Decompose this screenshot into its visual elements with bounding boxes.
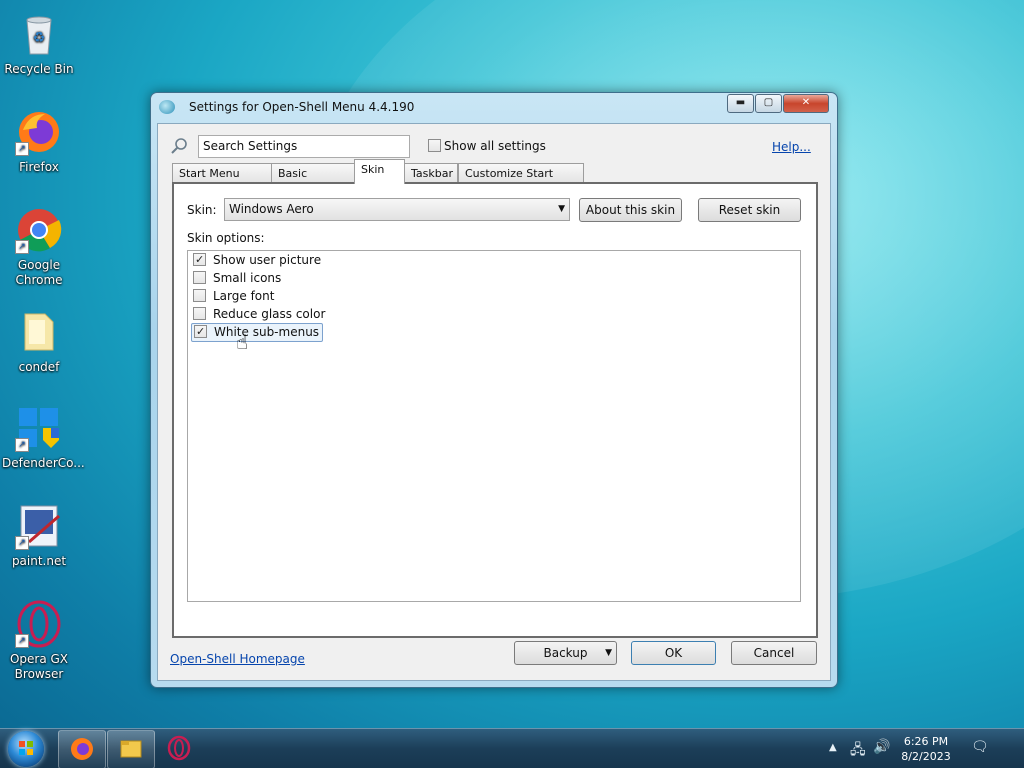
checkbox-unchecked[interactable]	[193, 307, 206, 320]
taskbar-opera-gx[interactable]	[156, 730, 202, 767]
maximize-button[interactable]: ▢	[755, 94, 782, 113]
svg-text:♻: ♻	[33, 30, 46, 46]
shortcut-arrow-icon: ↗	[15, 634, 29, 648]
desktop-icon-label: Firefox	[19, 160, 59, 174]
ok-button[interactable]: OK	[631, 641, 716, 665]
desktop-icon-label: Opera GX Browser	[9, 652, 69, 681]
clock-time: 6:26 PM	[903, 735, 949, 748]
desktop: ♻ Recycle Bin ↗ Firefox ↗ Google Chrome …	[0, 0, 1024, 768]
backup-button[interactable]: Backup ▼	[514, 641, 617, 665]
reset-skin-button[interactable]: Reset skin	[698, 198, 801, 222]
show-all-settings-checkbox[interactable]: Show all settings	[428, 139, 546, 153]
option-label: Large font	[213, 289, 275, 303]
opera-gx-icon: ↗	[15, 600, 63, 648]
help-link[interactable]: Help...	[772, 140, 811, 154]
shortcut-arrow-icon: ↗	[15, 142, 29, 156]
desktop-icon-label: paint.net	[11, 554, 67, 568]
settings-window: Settings for Open-Shell Menu 4.4.190 ▬ ▢…	[150, 92, 838, 688]
desktop-icon-firefox[interactable]: ↗ Firefox	[2, 108, 76, 175]
tab-skin[interactable]: Skin	[354, 159, 405, 184]
option-label: Show user picture	[213, 253, 322, 267]
desktop-icon-chrome[interactable]: ↗ Google Chrome	[2, 206, 76, 288]
cancel-button[interactable]: Cancel	[731, 641, 817, 665]
window-client: Search Settings Show all settings Help..…	[157, 123, 831, 681]
option-label: White sub-menus	[214, 325, 320, 339]
hand-cursor-icon: ☝	[236, 330, 249, 354]
tab-basic-settings[interactable]: Basic Settings	[271, 163, 355, 199]
show-all-label: Show all settings	[444, 139, 546, 153]
opera-gx-icon	[167, 735, 191, 761]
checkbox-checked[interactable]	[193, 251, 206, 268]
file-explorer-icon	[120, 740, 142, 758]
search-input[interactable]: Search Settings	[198, 135, 410, 158]
skin-tab-panel: Skin: Windows Aero ▼ About this skin Res…	[172, 182, 818, 638]
option-large-font[interactable]: Large font	[193, 288, 274, 305]
shortcut-arrow-icon: ↗	[15, 536, 29, 550]
about-skin-button[interactable]: About this skin	[579, 198, 682, 222]
dropdown-arrow-icon: ▼	[558, 204, 565, 214]
search-icon	[171, 138, 187, 154]
desktop-icon-label: Recycle Bin	[4, 62, 74, 76]
title-bar[interactable]: Settings for Open-Shell Menu 4.4.190 ▬ ▢…	[151, 93, 837, 121]
network-icon[interactable]: 🖧	[850, 739, 866, 763]
volume-icon[interactable]: 🔊	[873, 739, 890, 755]
checkbox-box[interactable]	[428, 139, 441, 152]
open-shell-icon	[159, 100, 175, 114]
start-button[interactable]	[8, 731, 44, 767]
desktop-icon-label: DefenderCo...	[2, 456, 85, 470]
dropdown-arrow-icon: ▼	[605, 648, 612, 658]
tab-taskbar[interactable]: Taskbar	[404, 163, 458, 183]
option-show-user-picture[interactable]: Show user picture	[193, 251, 322, 269]
skin-dropdown[interactable]: Windows Aero ▼	[224, 198, 570, 221]
tab-customize-start-menu[interactable]: Customize Start Menu	[458, 163, 584, 199]
homepage-link[interactable]: Open-Shell Homepage	[170, 652, 305, 666]
skin-dropdown-value: Windows Aero	[229, 202, 314, 216]
skin-options-label: Skin options:	[187, 231, 265, 245]
defender-icon: ↗	[15, 404, 63, 452]
desktop-icon-condef[interactable]: condef	[2, 308, 76, 375]
action-center-icon[interactable]: 🗨	[971, 739, 989, 755]
checkbox-unchecked[interactable]	[193, 271, 206, 284]
option-label: Small icons	[213, 271, 282, 285]
firefox-icon: ↗	[15, 108, 63, 156]
desktop-icon-label: Google Chrome	[15, 258, 63, 287]
shortcut-arrow-icon: ↗	[15, 438, 29, 452]
taskbar-file-explorer[interactable]	[107, 730, 155, 768]
paintnet-icon: ↗	[15, 502, 63, 550]
close-button[interactable]: ✕	[783, 94, 829, 113]
folder-icon	[15, 308, 63, 356]
desktop-icon-defender[interactable]: ↗ DefenderCo...	[2, 404, 85, 471]
taskbar: ▲ 🖧 🔊 6:26 PM 8/2/2023 🗨	[0, 728, 1024, 768]
option-label: Reduce glass color	[213, 307, 326, 321]
checkbox-checked[interactable]	[194, 323, 207, 340]
taskbar-firefox[interactable]	[58, 730, 106, 768]
clock-date: 8/2/2023	[901, 750, 951, 763]
chrome-icon: ↗	[15, 206, 63, 254]
windows-logo-icon	[19, 741, 33, 755]
option-reduce-glass-color[interactable]: Reduce glass color	[193, 306, 325, 323]
skin-options-list: Show user picture Small icons Large font…	[187, 250, 801, 602]
clock[interactable]: 6:26 PM 8/2/2023	[895, 734, 957, 764]
desktop-icon-opera-gx[interactable]: ↗ Opera GX Browser	[2, 600, 76, 682]
minimize-button[interactable]: ▬	[727, 94, 754, 113]
backup-label: Backup	[543, 646, 588, 660]
shortcut-arrow-icon: ↗	[15, 240, 29, 254]
option-small-icons[interactable]: Small icons	[193, 270, 281, 287]
skin-label: Skin:	[187, 203, 217, 217]
checkbox-unchecked[interactable]	[193, 289, 206, 302]
tab-start-menu-style[interactable]: Start Menu Style	[172, 163, 272, 199]
firefox-icon	[71, 738, 93, 760]
show-hidden-icons-icon[interactable]: ▲	[829, 742, 837, 753]
window-title: Settings for Open-Shell Menu 4.4.190	[189, 100, 415, 114]
desktop-icon-label: condef	[18, 360, 60, 374]
recycle-bin-icon: ♻	[15, 10, 63, 58]
desktop-icon-paintnet[interactable]: ↗ paint.net	[2, 502, 76, 569]
desktop-icon-recycle-bin[interactable]: ♻ Recycle Bin	[2, 10, 76, 77]
option-white-sub-menus[interactable]: White sub-menus	[191, 323, 324, 342]
